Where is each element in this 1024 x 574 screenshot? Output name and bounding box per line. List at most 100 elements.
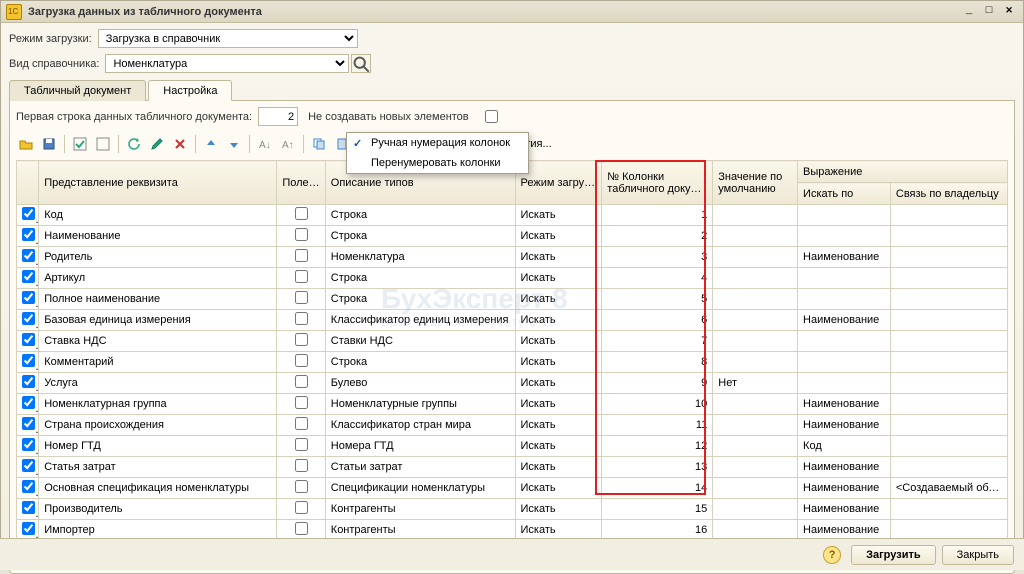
row-search-checkbox[interactable]	[295, 480, 308, 493]
table-row[interactable]: АртикулСтрокаИскать4	[17, 268, 1008, 289]
row-checkbox[interactable]	[22, 375, 35, 388]
row-search-checkbox[interactable]	[295, 249, 308, 262]
row-checkbox[interactable]	[22, 207, 35, 220]
cell-own	[890, 226, 1007, 247]
table-row[interactable]: Полное наименованиеСтрокаИскать5	[17, 289, 1008, 310]
row-checkbox[interactable]	[22, 249, 35, 262]
menu-manual-numbering[interactable]: Ручная нумерация колонок	[347, 133, 528, 153]
col-search-field[interactable]: Поле поиска	[277, 161, 325, 205]
minimize-button[interactable]: _	[960, 4, 978, 20]
row-search-checkbox[interactable]	[295, 207, 308, 220]
close-window-button[interactable]: ✕	[1000, 4, 1018, 20]
col-expression[interactable]: Выражение	[798, 161, 1008, 183]
table-row[interactable]: УслугаБулевоИскать9Нет	[17, 373, 1008, 394]
row-checkbox[interactable]	[22, 459, 35, 472]
table-row[interactable]: КодСтрокаИскать1	[17, 205, 1008, 226]
row-search-checkbox[interactable]	[295, 354, 308, 367]
edit-icon[interactable]	[147, 134, 167, 154]
row-search-checkbox[interactable]	[295, 501, 308, 514]
cell-by	[798, 331, 891, 352]
row-checkbox[interactable]	[22, 312, 35, 325]
mode-select[interactable]: Загрузка в справочник	[98, 29, 358, 48]
cell-num: 10	[602, 394, 713, 415]
refresh-icon[interactable]	[124, 134, 144, 154]
no-create-checkbox[interactable]	[485, 110, 498, 123]
lookup-button[interactable]	[351, 54, 371, 73]
col-owner-link[interactable]: Связь по владельцу	[890, 183, 1007, 205]
col-check[interactable]	[17, 161, 39, 205]
table-row[interactable]: КомментарийСтрокаИскать8	[17, 352, 1008, 373]
table-row[interactable]: Страна происхожденияКлассификатор стран …	[17, 415, 1008, 436]
load-button[interactable]: Загрузить	[851, 545, 936, 565]
table-row[interactable]: Ставка НДССтавки НДСИскать7	[17, 331, 1008, 352]
row-checkbox[interactable]	[22, 522, 35, 535]
row-search-checkbox[interactable]	[295, 438, 308, 451]
row-search-checkbox[interactable]	[295, 312, 308, 325]
row-search-checkbox[interactable]	[295, 417, 308, 430]
ref-select[interactable]: Номенклатура	[105, 54, 349, 73]
row-search-checkbox[interactable]	[295, 375, 308, 388]
table-row[interactable]: НаименованиеСтрокаИскать2	[17, 226, 1008, 247]
row-checkbox[interactable]	[22, 480, 35, 493]
row-search-checkbox[interactable]	[295, 228, 308, 241]
uncheck-all-icon[interactable]	[93, 134, 113, 154]
open-icon[interactable]	[16, 134, 36, 154]
cell-by	[798, 268, 891, 289]
check-all-icon[interactable]	[70, 134, 90, 154]
col-representation[interactable]: Представление реквизита	[39, 161, 277, 205]
cell-mode: Искать	[515, 373, 602, 394]
table-row[interactable]: Основная спецификация номенклатурыСпециф…	[17, 478, 1008, 499]
maximize-button[interactable]: □	[980, 4, 998, 20]
table-row[interactable]: Статья затратСтатьи затратИскать13Наимен…	[17, 457, 1008, 478]
sort-asc-icon[interactable]: A↓	[255, 134, 275, 154]
clear-icon[interactable]	[170, 134, 190, 154]
row-checkbox[interactable]	[22, 270, 35, 283]
help-icon[interactable]: ?	[823, 546, 841, 564]
close-button[interactable]: Закрыть	[942, 545, 1014, 565]
row-checkbox[interactable]	[22, 354, 35, 367]
row-checkbox[interactable]	[22, 291, 35, 304]
sort-desc-icon[interactable]: A↑	[278, 134, 298, 154]
up-icon[interactable]	[201, 134, 221, 154]
table-row[interactable]: Базовая единица измеренияКлассификатор е…	[17, 310, 1008, 331]
row-checkbox[interactable]	[22, 396, 35, 409]
tab-settings[interactable]: Настройка	[148, 80, 232, 101]
save-icon[interactable]	[39, 134, 59, 154]
cell-num: 3	[602, 247, 713, 268]
cell-own	[890, 436, 1007, 457]
cell-type: Статьи затрат	[325, 457, 515, 478]
row-search-checkbox[interactable]	[295, 270, 308, 283]
cell-type: Номера ГТД	[325, 436, 515, 457]
search-icon	[352, 55, 370, 73]
copy-icon[interactable]	[309, 134, 329, 154]
tab-document[interactable]: Табличный документ	[9, 80, 146, 101]
row-checkbox[interactable]	[22, 228, 35, 241]
menu-renumber[interactable]: Перенумеровать колонки	[347, 153, 528, 173]
row-checkbox[interactable]	[22, 501, 35, 514]
row-search-checkbox[interactable]	[295, 291, 308, 304]
row-search-checkbox[interactable]	[295, 459, 308, 472]
first-line-input[interactable]	[258, 107, 298, 126]
cell-rep: Комментарий	[39, 352, 277, 373]
row-checkbox[interactable]	[22, 438, 35, 451]
table-row[interactable]: РодительНоменклатураИскать3Наименование	[17, 247, 1008, 268]
row-search-checkbox[interactable]	[295, 333, 308, 346]
settings-grid[interactable]: Представление реквизита Поле поиска Опис…	[16, 160, 1008, 541]
cell-own	[890, 457, 1007, 478]
col-number[interactable]: № Колонки табличного документа	[602, 161, 713, 205]
col-search-by[interactable]: Искать по	[798, 183, 891, 205]
svg-text:A↑: A↑	[282, 140, 294, 151]
row-checkbox[interactable]	[22, 417, 35, 430]
table-row[interactable]: Номер ГТДНомера ГТДИскать12Код	[17, 436, 1008, 457]
cell-default	[713, 226, 798, 247]
table-row[interactable]: Номенклатурная группаНоменклатурные груп…	[17, 394, 1008, 415]
row-search-checkbox[interactable]	[295, 522, 308, 535]
cell-mode: Искать	[515, 289, 602, 310]
cell-own	[890, 268, 1007, 289]
down-icon[interactable]	[224, 134, 244, 154]
col-default[interactable]: Значение по умолчанию	[713, 161, 798, 205]
row-checkbox[interactable]	[22, 333, 35, 346]
table-row[interactable]: ПроизводительКонтрагентыИскать15Наименов…	[17, 499, 1008, 520]
settings-panel: Первая строка данных табличного документ…	[9, 101, 1015, 548]
row-search-checkbox[interactable]	[295, 396, 308, 409]
